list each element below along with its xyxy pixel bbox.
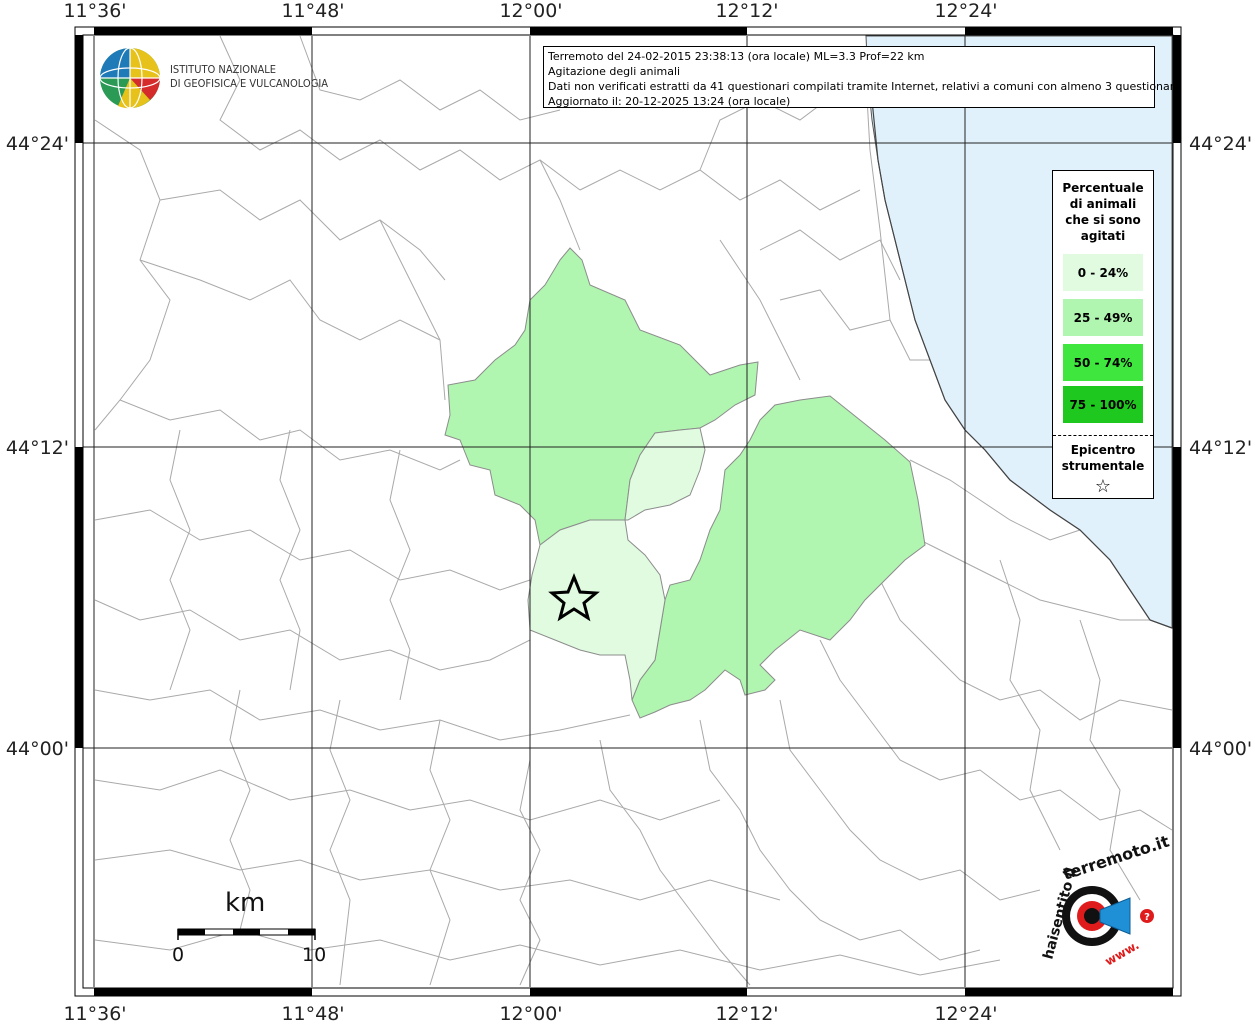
hsit-badge: ? terremoto.it haisentito il www. xyxy=(1040,831,1171,968)
lat-labels-right: 44°24' 44°12' 44°00' xyxy=(1189,133,1252,760)
lon-label-bottom-4: 12°12' xyxy=(715,1003,778,1024)
scale-bar xyxy=(177,928,316,940)
lon-label-bottom-2: 11°48' xyxy=(281,1003,344,1024)
legend: Percentuale di animali che si sono agita… xyxy=(1052,170,1154,499)
lat-label-left-3: 44°00' xyxy=(6,738,69,760)
lon-label-top-3: 12°00' xyxy=(499,0,562,22)
badge-text-www: www. xyxy=(1103,938,1142,969)
legend-title-line-2: di animali xyxy=(1069,197,1137,211)
lon-label-bottom-1: 11°36' xyxy=(63,1003,126,1024)
map-subject: Agitazione degli animali xyxy=(548,65,681,78)
lat-label-right-3: 44°00' xyxy=(1189,738,1252,760)
legend-star-icon: ☆ xyxy=(1094,476,1112,497)
legend-epicenter-label: Epicentro strumentale xyxy=(1053,442,1153,474)
legend-class-50-74: 50 - 74% xyxy=(1063,344,1143,381)
lon-label-bottom-5: 12°24' xyxy=(934,1003,997,1024)
lon-label-top-5: 12°24' xyxy=(934,0,997,22)
scale-unit: km xyxy=(225,888,266,918)
logo-line-2: DI GEOFISICA E VULCANOLOGIA xyxy=(170,77,329,90)
legend-title-line-4: agitati xyxy=(1080,229,1126,243)
legend-class-0-24: 0 - 24% xyxy=(1063,254,1143,291)
lat-label-left-1: 44°24' xyxy=(6,133,69,155)
lat-label-right-1: 44°24' xyxy=(1189,133,1252,155)
ingv-logo-icon xyxy=(99,47,161,109)
lon-label-bottom-3: 12°00' xyxy=(499,1003,562,1024)
lon-label-top-2: 11°48' xyxy=(281,0,344,22)
legend-title-line-3: che si sono xyxy=(1065,213,1141,227)
data-note: Dati non verificati estratti da 41 quest… xyxy=(548,80,1181,93)
ingv-logo-text: ISTITUTO NAZIONALE DI GEOFISICA E VULCAN… xyxy=(170,63,328,91)
legend-class-25-49: 25 - 49% xyxy=(1063,299,1143,336)
lon-label-top-1: 11°36' xyxy=(63,0,126,22)
scale-max: 10 xyxy=(302,944,327,966)
lon-labels-bottom: 11°36' 11°48' 12°00' 12°12' 12°24' xyxy=(63,1003,997,1024)
lon-labels-top: 11°36' 11°48' 12°00' 12°12' 12°24' xyxy=(63,0,997,22)
scale-min: 0 xyxy=(172,944,185,966)
logo-line-1: ISTITUTO NAZIONALE xyxy=(170,63,277,76)
intensity-map: 11°36' 11°48' 12°00' 12°12' 12°24' 11°36… xyxy=(6,0,1252,1024)
event-info-box: Terremoto del 24-02-2015 23:38:13 (ora l… xyxy=(543,46,1181,108)
lon-label-top-4: 12°12' xyxy=(715,0,778,22)
legend-epicenter-line-1: Epicentro xyxy=(1070,443,1136,457)
legend-class-75-100: 75 - 100% xyxy=(1063,386,1143,423)
svg-text:?: ? xyxy=(1144,912,1150,923)
legend-title: Percentuale di animali che si sono agita… xyxy=(1053,180,1153,244)
legend-title-line-1: Percentuale xyxy=(1062,181,1144,195)
legend-epicenter-line-2: strumentale xyxy=(1061,459,1145,473)
lat-labels-left: 44°24' 44°12' 44°00' xyxy=(6,133,69,760)
event-title: Terremoto del 24-02-2015 23:38:13 (ora l… xyxy=(548,50,925,63)
lat-label-left-2: 44°12' xyxy=(6,437,69,459)
area-0-24-epicenter xyxy=(527,519,666,701)
lat-label-right-2: 44°12' xyxy=(1189,437,1252,459)
legend-separator xyxy=(1053,435,1153,436)
update-time: Aggiornato il: 20-12-2025 13:24 (ora loc… xyxy=(548,95,791,108)
area-25-49-north xyxy=(444,247,759,546)
